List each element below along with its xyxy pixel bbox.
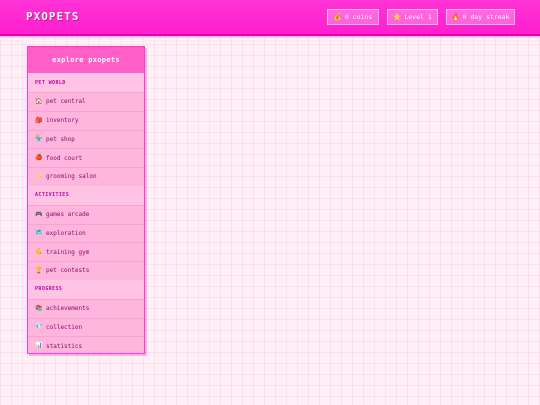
top-bar: PXOPETS 💰 0 coins ⭐ Level 1 🔥 0 day stre… <box>0 0 540 36</box>
sidebar-item-grooming-salon[interactable]: ✨ grooming salon <box>28 167 144 186</box>
sidebar-item-label: statistics <box>46 342 83 350</box>
sparkle-icon: ✨ <box>35 172 43 180</box>
level-badge[interactable]: ⭐ Level 1 <box>387 9 438 25</box>
map-icon: 🗺️ <box>35 229 43 237</box>
shop-icon: 🏪 <box>35 135 43 143</box>
sidebar-item-games-arcade[interactable]: 🎮 games arcade <box>28 204 144 224</box>
books-icon: 📚 <box>35 304 43 312</box>
brand-logo[interactable]: PXOPETS <box>26 10 79 23</box>
sidebar-item-achievements[interactable]: 📚 achievements <box>28 298 144 318</box>
sidebar-item-label: pet shop <box>46 135 75 143</box>
sidebar-item-inventory[interactable]: 🎒 inventory <box>28 110 144 130</box>
sidebar-item-label: games arcade <box>46 211 90 219</box>
streak-badge[interactable]: 🔥 0 day streak <box>446 9 515 25</box>
coin-icon: 💰 <box>333 12 342 21</box>
gamepad-icon: 🎮 <box>35 210 43 218</box>
house-icon: 🏠 <box>35 97 43 105</box>
sidebar-title: explore pxopets <box>28 47 144 73</box>
sidebar-item-food-court[interactable]: 🍎 food court <box>28 148 144 167</box>
sidebar-item-label: achievements <box>46 305 90 313</box>
backpack-icon: 🎒 <box>35 116 43 124</box>
streak-label: 0 day streak <box>462 13 510 21</box>
star-icon: ⭐ <box>393 12 402 21</box>
explore-sidebar: explore pxopets PET WORLD 🏠 pet central … <box>27 46 145 354</box>
sidebar-item-label: pet central <box>46 98 86 106</box>
sidebar-item-pet-contests[interactable]: 🏆 pet contests <box>28 261 144 280</box>
sidebar-item-label: collection <box>46 323 83 331</box>
fire-icon: 🔥 <box>451 12 460 21</box>
sidebar-item-label: training gym <box>46 248 90 256</box>
sidebar-item-pet-central[interactable]: 🏠 pet central <box>28 92 144 111</box>
section-label-activities: ACTIVITIES <box>28 185 144 205</box>
level-label: Level 1 <box>404 13 432 21</box>
sidebar-item-label: pet contests <box>46 267 90 275</box>
trophy-icon: 🏆 <box>35 266 43 274</box>
apple-icon: 🍎 <box>35 154 43 162</box>
section-label-progress: PROGRESS <box>28 279 144 299</box>
sidebar-item-pet-shop[interactable]: 🏪 pet shop <box>28 129 144 149</box>
sidebar-item-exploration[interactable]: 🗺️ exploration <box>28 223 144 243</box>
sidebar-item-label: exploration <box>46 229 86 237</box>
coins-label: 0 coins <box>344 13 373 21</box>
sidebar-item-statistics[interactable]: 📊 statistics <box>28 336 144 353</box>
sidebar-item-label: inventory <box>46 117 79 125</box>
coins-badge[interactable]: 💰 0 coins <box>327 9 379 25</box>
gem-icon: 💎 <box>35 323 43 331</box>
section-label-pet-world: PET WORLD <box>28 73 144 92</box>
chart-icon: 📊 <box>35 342 43 350</box>
flexed-arm-icon: 💪 <box>35 248 43 256</box>
sidebar-item-collection[interactable]: 💎 collection <box>28 317 144 337</box>
sidebar-item-training-gym[interactable]: 💪 training gym <box>28 242 144 261</box>
sidebar-item-label: food court <box>46 154 83 162</box>
sidebar-item-label: grooming salon <box>46 173 97 181</box>
